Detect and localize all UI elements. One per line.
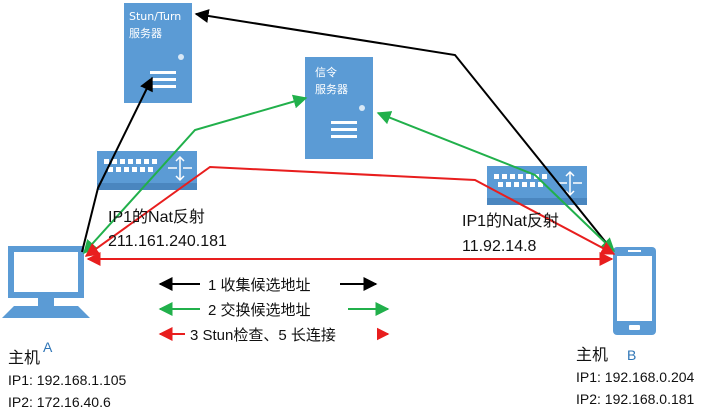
nat-a-ip: 211.161.240.181 bbox=[108, 233, 227, 250]
legend-item-3: 3 Stun检查、5 长连接 bbox=[190, 327, 336, 344]
nat-b-label: IP1的Nat反射 bbox=[462, 212, 559, 230]
host-a-suffix: A bbox=[43, 339, 53, 355]
legend-item-1: 1 收集候选地址 bbox=[208, 277, 311, 294]
legend: 1 收集候选地址 2 交换候选地址 3 Stun检查、5 长连接 bbox=[158, 273, 390, 345]
signal-server-label-2: 服务器 bbox=[315, 83, 348, 96]
diagram-canvas: Stun/Turn 服务器 信令 服务器 IP1的Nat反射 211.161.2… bbox=[2, 3, 695, 410]
computer-a-icon bbox=[2, 246, 90, 318]
legend-item-2: 2 交换候选地址 bbox=[208, 301, 311, 319]
host-a-ip1: IP1: 192.168.1.105 bbox=[8, 372, 127, 388]
nat-b-ip: 11.92.14.8 bbox=[462, 238, 537, 255]
host-b-title: 主机 bbox=[576, 346, 608, 364]
stun-server-label-1: Stun/Turn bbox=[129, 10, 181, 23]
stun-server-label-2: 服务器 bbox=[129, 27, 162, 40]
signaling-server: 信令 服务器 bbox=[305, 57, 373, 159]
host-b-ip1: IP1: 192.168.0.204 bbox=[576, 369, 695, 385]
host-b-ip2: IP2: 192.168.0.181 bbox=[576, 391, 695, 407]
nat-a-label: IP1的Nat反射 bbox=[108, 208, 205, 226]
phone-b-icon bbox=[613, 247, 656, 335]
network-diagram: Stun/Turn 服务器 信令 服务器 IP1的Nat反射 211.161.2… bbox=[0, 0, 720, 419]
host-b-suffix: B bbox=[627, 347, 636, 363]
host-a-title: 主机 bbox=[8, 349, 40, 367]
stun-turn-server: Stun/Turn 服务器 bbox=[124, 3, 192, 103]
signal-server-label-1: 信令 bbox=[315, 65, 337, 79]
host-a-ip2: IP2: 172.16.40.6 bbox=[8, 394, 111, 410]
